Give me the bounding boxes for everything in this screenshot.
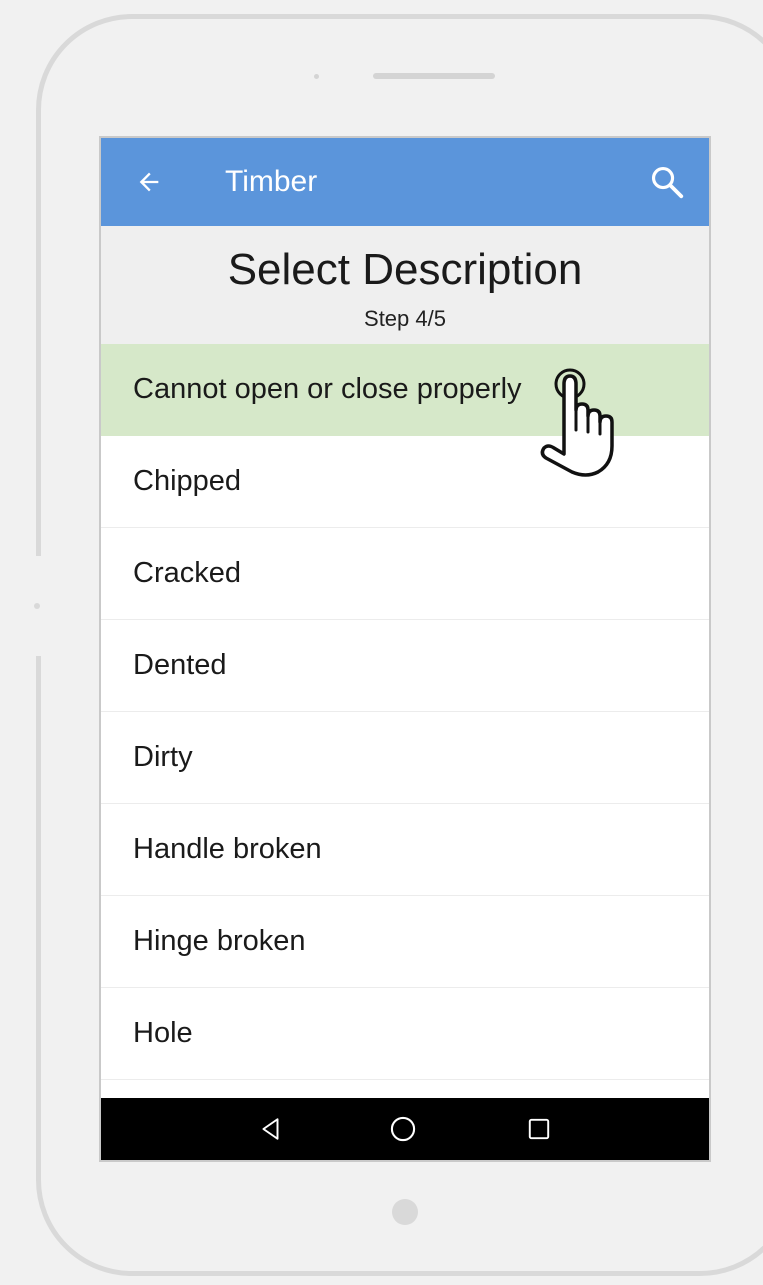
list-item-hinge-broken[interactable]: Hinge broken	[101, 896, 709, 988]
list-item-label: Cracked	[133, 557, 241, 589]
phone-screen: Timber Select Description Step 4/5 Canno…	[99, 136, 711, 1162]
nav-home-button[interactable]	[383, 1109, 423, 1149]
app-bar: Timber	[101, 138, 709, 226]
back-button[interactable]	[127, 160, 171, 204]
list-item-label: Hole	[133, 1017, 193, 1049]
list-item-handle-broken[interactable]: Handle broken	[101, 804, 709, 896]
list-item-label: Dented	[133, 649, 227, 681]
list-item-label: Cannot open or close properly	[133, 373, 522, 405]
list-item-cracked[interactable]: Cracked	[101, 528, 709, 620]
circle-home-icon	[390, 1116, 416, 1142]
search-button[interactable]	[643, 158, 691, 206]
device-home-button	[392, 1199, 418, 1225]
system-nav-bar	[101, 1098, 709, 1160]
device-camera	[314, 74, 319, 79]
search-icon	[651, 166, 684, 199]
list-item-label: Hinge broken	[133, 925, 306, 957]
list-item-dented[interactable]: Dented	[101, 620, 709, 712]
triangle-back-icon	[262, 1118, 279, 1140]
device-side-button	[34, 603, 40, 609]
list-item-label: Chipped	[133, 465, 242, 497]
step-header: Select Description Step 4/5	[101, 226, 709, 344]
list-item-dirty[interactable]: Dirty	[101, 712, 709, 804]
app-title: Timber	[225, 165, 318, 198]
arrow-left-icon	[139, 172, 159, 192]
step-indicator: Step 4/5	[364, 306, 446, 331]
nav-back-button[interactable]	[251, 1109, 291, 1149]
list-item-label: Dirty	[133, 741, 193, 773]
device-speaker	[373, 73, 495, 79]
square-recents-icon	[528, 1118, 550, 1140]
page-title: Select Description	[227, 245, 583, 294]
list-item-label: Handle broken	[133, 833, 322, 865]
nav-recents-button[interactable]	[519, 1109, 559, 1149]
list-item-hole[interactable]: Hole	[101, 988, 709, 1080]
hand-pointer-icon	[540, 368, 614, 477]
